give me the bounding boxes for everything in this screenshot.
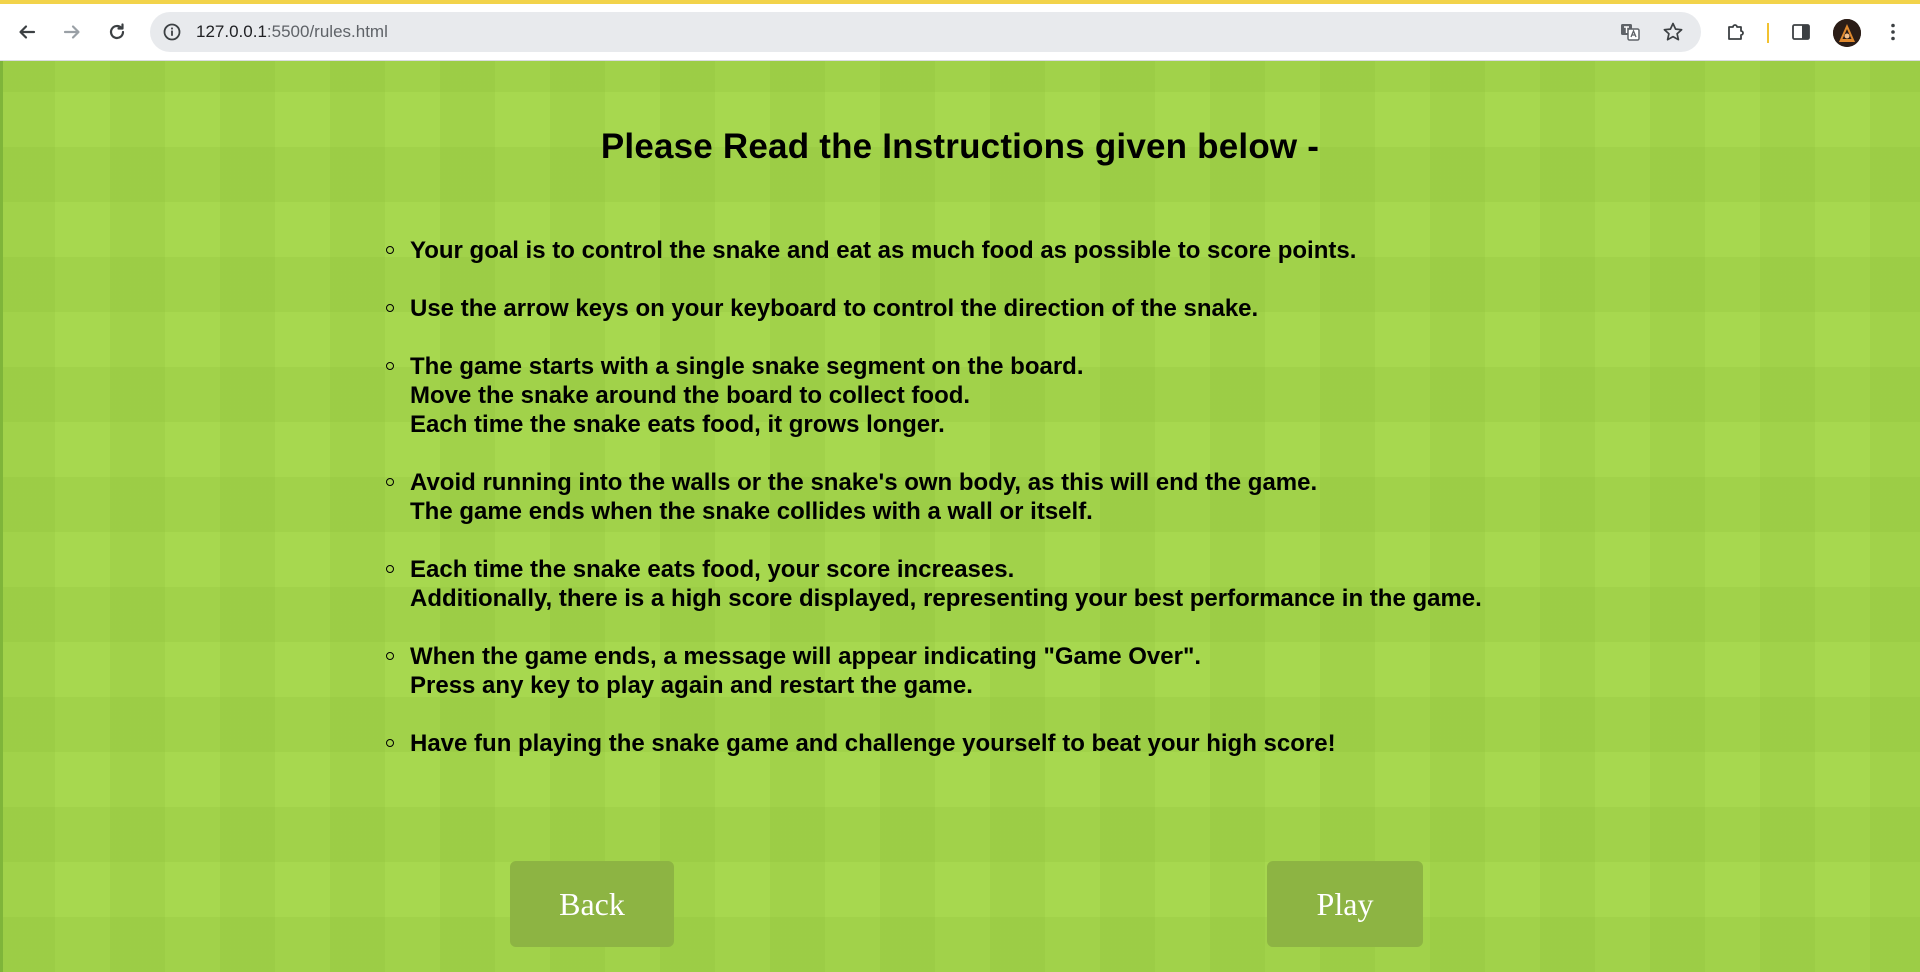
browser-toolbar: 127.0.0.1:5500/rules.html (0, 0, 1920, 61)
rule-line: Move the snake around the board to colle… (410, 382, 971, 409)
rules-list: Your goal is to control the snake and ea… (386, 236, 1482, 787)
back-nav-button[interactable] (9, 14, 45, 50)
url-host: 127.0.0.1 (196, 22, 267, 41)
rule-item: Each time the snake eats food, your scor… (386, 555, 1482, 613)
bullet-icon (386, 246, 394, 254)
rule-line: Each time the snake eats food, your scor… (410, 556, 1015, 583)
bullet-icon (386, 478, 394, 486)
bullet-icon (386, 652, 394, 660)
arrow-right-icon (63, 25, 80, 39)
bookmark-button[interactable] (1659, 18, 1687, 46)
rule-line: Avoid running into the walls or the snak… (410, 469, 1318, 496)
rule-line: When the game ends, a message will appea… (410, 643, 1202, 670)
toolbar-separator (1767, 23, 1769, 43)
play-button[interactable]: Play (1267, 861, 1423, 947)
page-title: Please Read the Instructions given below… (600, 127, 1320, 166)
address-bar[interactable]: 127.0.0.1:5500/rules.html (150, 12, 1701, 52)
browser-menu-button[interactable] (1878, 17, 1908, 47)
extensions-button[interactable] (1721, 17, 1751, 47)
rules-page: Please Read the Instructions given below… (0, 61, 1920, 972)
back-button[interactable]: Back (510, 861, 674, 947)
star-icon (1663, 22, 1683, 41)
rule-line: Additionally, there is a high score disp… (410, 585, 1482, 612)
rule-item: The game starts with a single snake segm… (386, 352, 1482, 439)
reload-icon (109, 23, 125, 40)
rule-item: Have fun playing the snake game and chal… (386, 729, 1482, 758)
rule-item: Use the arrow keys on your keyboard to c… (386, 294, 1482, 323)
info-icon (163, 23, 181, 41)
translate-button[interactable] (1616, 18, 1644, 46)
rule-line: Have fun playing the snake game and chal… (410, 730, 1336, 757)
avatar-icon (1833, 19, 1861, 47)
profile-avatar[interactable] (1833, 19, 1861, 47)
bullet-icon (386, 304, 394, 312)
rule-item: Avoid running into the walls or the snak… (386, 468, 1482, 526)
rule-line: Your goal is to control the snake and ea… (410, 237, 1357, 264)
rule-item: Your goal is to control the snake and ea… (386, 236, 1482, 265)
bullet-icon (386, 362, 394, 370)
url-path: :5500/rules.html (266, 22, 388, 41)
rule-line: Press any key to play again and restart … (410, 672, 973, 699)
rule-line: The game ends when the snake collides wi… (410, 498, 1093, 525)
puzzle-icon (1728, 24, 1744, 40)
arrow-left-icon (19, 25, 36, 39)
bullet-icon (386, 739, 394, 747)
translate-icon (1621, 24, 1640, 41)
site-info-button[interactable] (158, 18, 186, 46)
side-panel-icon (1792, 24, 1810, 40)
reload-button[interactable] (99, 14, 135, 50)
bullet-icon (386, 565, 394, 573)
forward-nav-button[interactable] (54, 14, 90, 50)
url-text[interactable]: 127.0.0.1:5500/rules.html (196, 12, 388, 52)
rule-line: Use the arrow keys on your keyboard to c… (410, 295, 1259, 322)
rule-item: When the game ends, a message will appea… (386, 642, 1482, 700)
side-panel-button[interactable] (1786, 17, 1816, 47)
rule-line: The game starts with a single snake segm… (410, 353, 1084, 380)
kebab-menu-icon (1891, 23, 1895, 41)
rule-line: Each time the snake eats food, it grows … (410, 411, 945, 438)
